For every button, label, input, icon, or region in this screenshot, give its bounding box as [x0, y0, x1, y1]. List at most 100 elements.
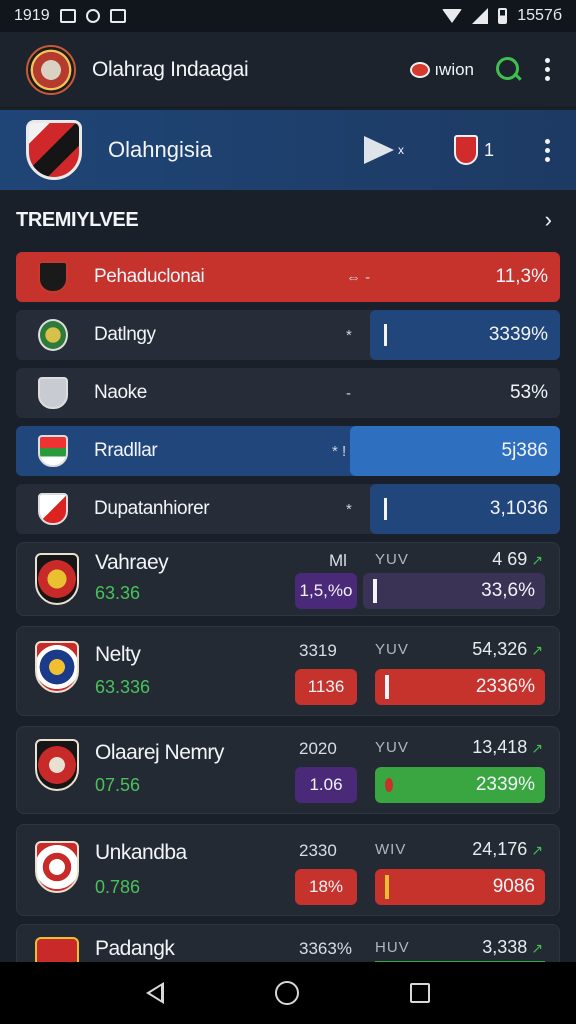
- team-card[interactable]: Nelty 63.336 3319 YUV 54,326 ↗ 1136 2336%: [16, 626, 560, 716]
- home-icon[interactable]: [274, 981, 299, 1005]
- team-logo: [38, 435, 68, 467]
- stat-col2: WIV: [375, 841, 407, 858]
- value-chip: 1136: [295, 669, 357, 705]
- stat-col2: YUV: [375, 551, 409, 568]
- wifi-icon: [442, 9, 463, 23]
- value-bar: 2339%: [375, 767, 545, 803]
- gallery-notification-icon: [59, 9, 76, 23]
- shield-counter[interactable]: 1: [453, 135, 494, 165]
- row-tick: [384, 324, 387, 346]
- team-logo: [35, 553, 79, 605]
- team-logo: [35, 739, 79, 791]
- team-name: Vahraey: [95, 551, 169, 574]
- value-bar: 9086: [375, 869, 545, 905]
- featured-team-logo: [26, 120, 82, 180]
- team-card[interactable]: Olaarej Nemry 07.56 2020 YUV 13,418 ↗ 1.0…: [16, 726, 560, 814]
- team-logo: [38, 319, 68, 351]
- stat-col3: 54,326 ↗: [472, 639, 543, 659]
- value-chip: 1.06: [295, 767, 357, 803]
- app-title: Olahrag Indaagai: [92, 57, 249, 81]
- row-percentage: 53%: [509, 382, 548, 403]
- section-header[interactable]: TRЕMIYLVEE ›: [16, 202, 560, 238]
- bar-tick: [385, 675, 389, 699]
- recents-icon[interactable]: [410, 983, 431, 1003]
- play-button[interactable]: x: [363, 136, 404, 164]
- bar-tick: [373, 579, 377, 603]
- row-percentage: 11,3%: [495, 266, 548, 287]
- team-stat: 63.336: [95, 677, 151, 697]
- row-indicator: -: [346, 384, 351, 402]
- row-percentage: 3,1036: [489, 498, 548, 519]
- list-item[interactable]: Rradllar * ! - 5j386: [16, 426, 560, 476]
- row-value: 3,1036: [370, 484, 560, 534]
- list-item[interactable]: Naoke - 53%: [16, 368, 560, 418]
- featured-more-icon[interactable]: [544, 138, 550, 162]
- row-value: 11,3%: [410, 252, 560, 302]
- team-stat: 0.786: [95, 877, 141, 897]
- bar-percentage: 2336%: [475, 676, 535, 697]
- team-name: Datlngy: [94, 324, 156, 345]
- timer-notification-icon: [85, 9, 100, 23]
- more-options-icon[interactable]: [544, 58, 550, 81]
- row-value: 3339%: [370, 310, 560, 360]
- stat-col2: YUV: [375, 641, 409, 658]
- team-logo: [35, 937, 79, 962]
- team-name: Naoke: [94, 382, 147, 403]
- stat-col2: YUV: [375, 739, 409, 756]
- battery-icon: [498, 8, 508, 24]
- bar-percentage: 9086: [492, 876, 535, 897]
- stat-col1: 2020: [299, 739, 337, 758]
- team-stat: 07.56: [95, 775, 141, 795]
- stat-col3: 24,176 ↗: [472, 839, 543, 859]
- team-card[interactable]: Padangk 3363% HUV 3,338 ↗: [16, 924, 560, 962]
- stat-col1: 3363%: [299, 939, 352, 958]
- bar-tick: [385, 875, 389, 899]
- chat-notification-icon: [109, 9, 126, 23]
- stat-col3: 4 69 ↗: [492, 549, 543, 569]
- chevron-right-icon[interactable]: ›: [545, 207, 552, 233]
- row-tick: [384, 498, 387, 520]
- featured-team-bar[interactable]: Olahngisia x 1: [0, 110, 576, 190]
- row-value: 53%: [370, 368, 560, 418]
- value-bar: 33,6%: [363, 573, 545, 609]
- team-logo: [38, 493, 68, 525]
- team-name: Pehaduclonai: [94, 266, 205, 287]
- bar-percentage: 2339%: [475, 774, 535, 795]
- status-right-text: 1557б: [517, 7, 562, 24]
- header-tag-label: ıwion: [434, 59, 474, 79]
- team-card[interactable]: Unkandba 0.786 2330 WIV 24,176 ↗ 18% 9086: [16, 824, 560, 916]
- status-time: 1919: [14, 7, 50, 24]
- row-percentage: 3339%: [488, 324, 548, 345]
- team-logo: [35, 841, 79, 893]
- value-chip: 1,5,%o: [295, 573, 357, 609]
- header-tag-button[interactable]: ıwion: [410, 60, 474, 80]
- team-logo: [38, 377, 68, 409]
- stat-col1: 3319: [299, 641, 337, 660]
- team-name: Rradllar: [94, 440, 158, 461]
- stat-col1: 2330: [299, 841, 337, 860]
- stat-col3: 3,338 ↗: [482, 937, 543, 957]
- row-indicator: ⇔ -: [346, 268, 371, 286]
- play-label: x: [397, 143, 404, 157]
- team-name: Padangk: [95, 937, 175, 960]
- team-name: Unkandba: [95, 841, 187, 864]
- list-item[interactable]: Pehaduclonai ⇔ - 11,3%: [16, 252, 560, 302]
- bar-percentage: 33,6%: [481, 580, 535, 601]
- app-logo[interactable]: [26, 44, 76, 95]
- bar-tick: [385, 778, 393, 792]
- team-badge-icon: [410, 61, 431, 78]
- shield-icon: [453, 135, 478, 165]
- back-icon[interactable]: [145, 982, 164, 1004]
- team-name: Olaarej Nemry: [95, 741, 224, 764]
- system-nav-bar: [0, 962, 576, 1024]
- team-logo: [38, 261, 68, 293]
- shield-count: 1: [483, 139, 494, 160]
- search-icon[interactable]: [496, 56, 522, 83]
- stat-col3: 13,418 ↗: [472, 737, 543, 757]
- team-card[interactable]: Vahraey 63.36 Ml YUV 4 69 ↗ 1,5,%o 33,6%: [16, 542, 560, 616]
- signal-icon: [472, 8, 489, 24]
- list-item[interactable]: Dupatanhiorer * 3,1036: [16, 484, 560, 534]
- list-item[interactable]: Datlngy * 3339%: [16, 310, 560, 360]
- team-stat: 63.36: [95, 583, 141, 603]
- row-value: 5j386: [350, 426, 560, 476]
